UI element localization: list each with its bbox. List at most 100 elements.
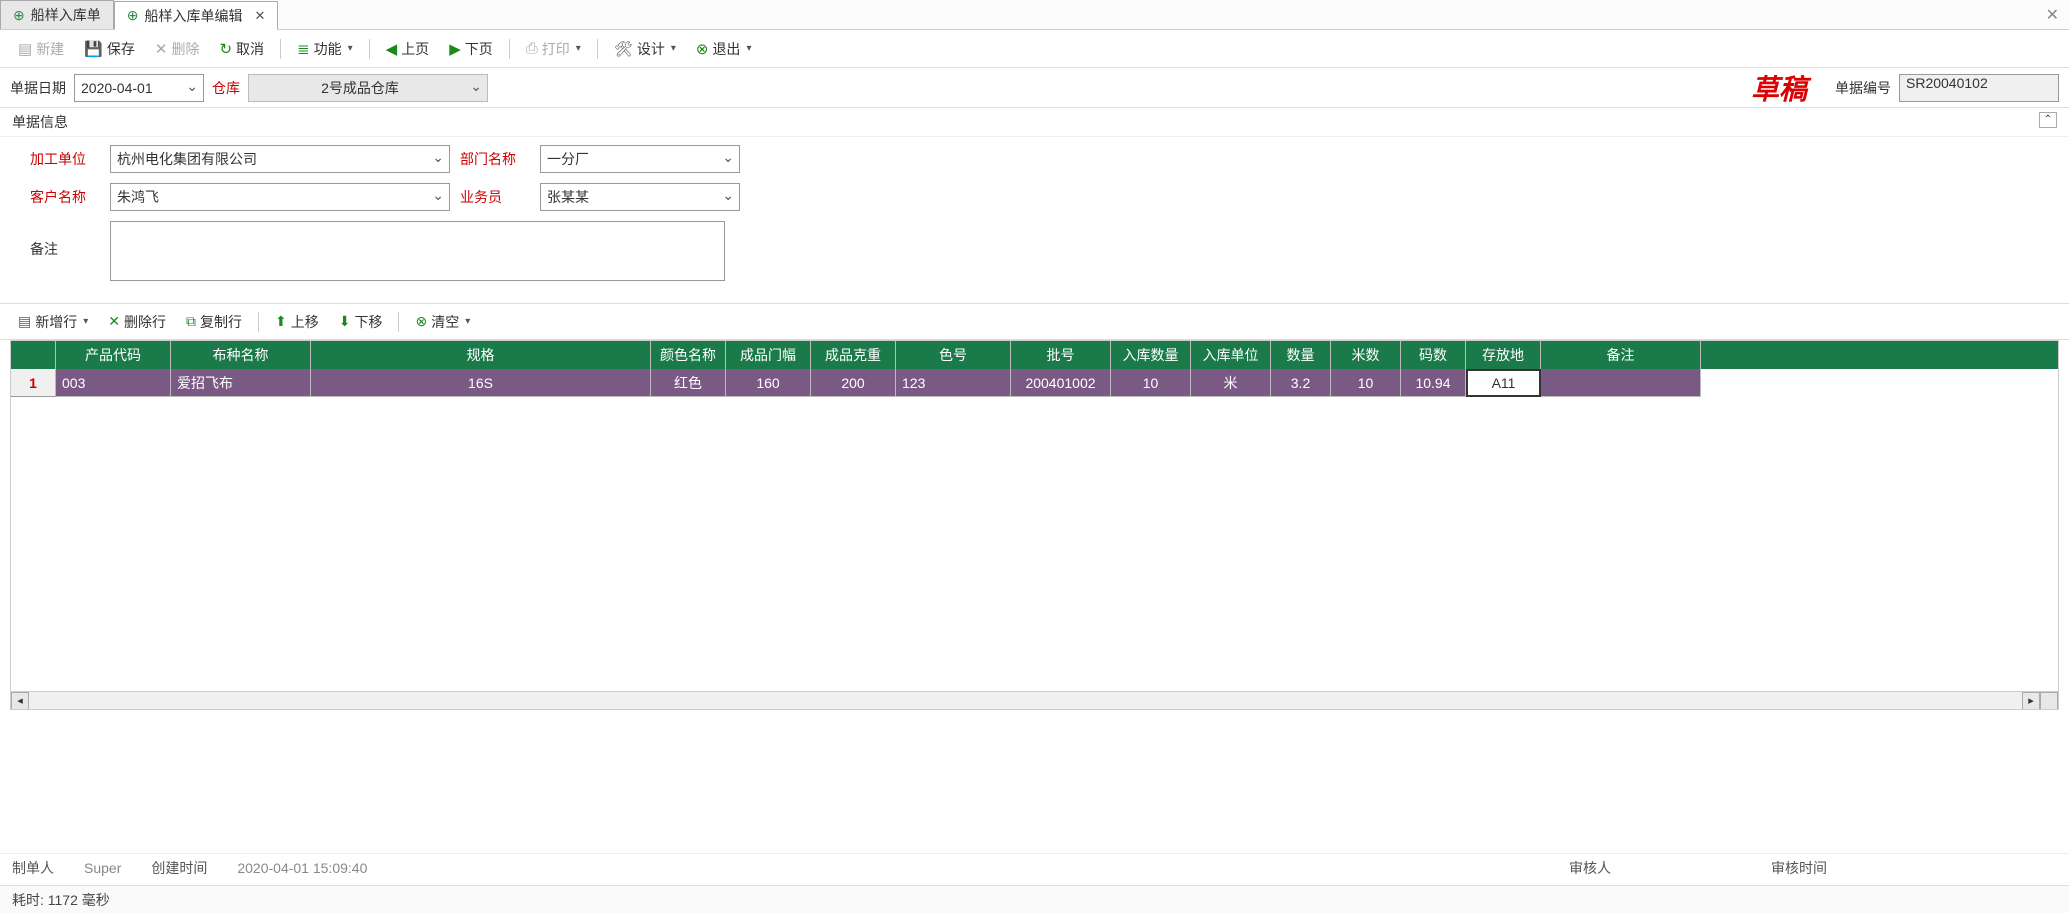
copyrow-button[interactable]: ⧉复制行: [178, 308, 250, 336]
separator: [258, 312, 259, 332]
print-icon: ⎙: [526, 40, 538, 57]
form-area: 加工单位 杭州电化集团有限公司 部门名称 一分厂 客户名称 朱鸿飞 业务员 张某…: [0, 137, 2069, 304]
table-row[interactable]: 1 003 爱招飞布 16S 红色 160 200 123 200401002 …: [11, 369, 2058, 397]
new-button[interactable]: ▤新建: [10, 35, 72, 63]
cell[interactable]: 200401002: [1011, 369, 1111, 397]
cell[interactable]: 10: [1331, 369, 1401, 397]
close-icon[interactable]: ✕: [254, 8, 265, 24]
date-combo[interactable]: 2020-04-01: [74, 74, 204, 102]
cell[interactable]: 003: [56, 369, 171, 397]
dept-combo[interactable]: 一分厂: [540, 145, 740, 173]
sales-combo[interactable]: 张某某: [540, 183, 740, 211]
exit-button[interactable]: ⊗退出▾: [688, 35, 760, 63]
warehouse-label: 仓库: [212, 78, 240, 98]
cell[interactable]: 123: [896, 369, 1011, 397]
remark-textarea[interactable]: [110, 221, 725, 281]
main-toolbar: ▤新建 💾保存 ✕删除 ↻取消 ≣功能▾ ◀上页 ▶下页 ⎙打印▾ 🛠设计▾ ⊗…: [0, 30, 2069, 68]
status-text: 耗时: 1172 毫秒: [12, 890, 110, 910]
col-header[interactable]: 入库单位: [1191, 341, 1271, 369]
col-header[interactable]: 数量: [1271, 341, 1331, 369]
status-bar: 耗时: 1172 毫秒: [0, 885, 2069, 913]
cell[interactable]: 10: [1111, 369, 1191, 397]
separator: [369, 39, 370, 59]
col-header[interactable]: 入库数量: [1111, 341, 1191, 369]
function-button[interactable]: ≣功能▾: [289, 35, 361, 63]
col-header[interactable]: 米数: [1331, 341, 1401, 369]
separator: [280, 39, 281, 59]
moveup-button[interactable]: ⬆上移: [267, 308, 327, 336]
cust-combo[interactable]: 朱鸿飞: [110, 183, 450, 211]
row-number: 1: [11, 369, 56, 397]
col-header[interactable]: 备注: [1541, 341, 1701, 369]
cell-editing[interactable]: A11: [1466, 369, 1541, 397]
col-header[interactable]: 成品门幅: [726, 341, 811, 369]
delete-icon: ✕: [155, 40, 168, 58]
cell[interactable]: 160: [726, 369, 811, 397]
scroll-right-icon[interactable]: ▸: [2022, 692, 2040, 710]
cell[interactable]: 3.2: [1271, 369, 1331, 397]
scroll-left-icon[interactable]: ◂: [11, 692, 29, 710]
auditor-label: 审核人: [1569, 858, 1611, 878]
delrow-button[interactable]: ✕删除行: [100, 308, 174, 336]
col-header[interactable]: 规格: [311, 341, 651, 369]
col-header[interactable]: 色号: [896, 341, 1011, 369]
doc-status-stamp: 草稿: [1751, 68, 1807, 108]
copy-icon: ⧉: [186, 313, 196, 330]
warehouse-combo[interactable]: 2号成品仓库: [248, 74, 488, 102]
cell[interactable]: [1541, 369, 1701, 397]
col-header[interactable]: 码数: [1401, 341, 1466, 369]
cust-label: 客户名称: [30, 187, 100, 207]
arrow-up-icon: ⬆: [275, 313, 287, 330]
tabbar-close-icon[interactable]: ✕: [2036, 5, 2069, 25]
design-button[interactable]: 🛠设计▾: [606, 35, 684, 63]
cell[interactable]: 米: [1191, 369, 1271, 397]
data-grid: 产品代码 布种名称 规格 颜色名称 成品门幅 成品克重 色号 批号 入库数量 入…: [10, 340, 2059, 710]
clear-button[interactable]: ⊗清空▾: [407, 308, 478, 336]
delete-button[interactable]: ✕删除: [147, 35, 208, 63]
cell[interactable]: 红色: [651, 369, 726, 397]
prev-button[interactable]: ◀上页: [378, 35, 438, 63]
cell[interactable]: 爱招飞布: [171, 369, 311, 397]
docno-input[interactable]: SR20040102: [1899, 74, 2059, 102]
caret-down-icon: ▾: [671, 43, 676, 54]
dept-label: 部门名称: [460, 149, 530, 169]
caret-down-icon: ▾: [746, 43, 751, 54]
cell[interactable]: 10.94: [1401, 369, 1466, 397]
cell[interactable]: 16S: [311, 369, 651, 397]
remark-label: 备注: [30, 221, 100, 259]
next-button[interactable]: ▶下页: [441, 35, 501, 63]
save-button[interactable]: 💾保存: [76, 35, 143, 63]
col-header[interactable]: 批号: [1011, 341, 1111, 369]
maker-value: Super: [84, 860, 121, 876]
col-header[interactable]: 颜色名称: [651, 341, 726, 369]
tab-edit[interactable]: ⊕ 船样入库单编辑 ✕: [114, 1, 279, 30]
audit-time-label: 审核时间: [1771, 858, 1827, 878]
print-button[interactable]: ⎙打印▾: [518, 35, 589, 63]
col-header[interactable]: 存放地: [1466, 341, 1541, 369]
footer-bar: 制单人 Super 创建时间 2020-04-01 15:09:40 审核人 审…: [0, 853, 2069, 881]
clear-icon: ⊗: [415, 313, 427, 330]
col-header[interactable]: 布种名称: [171, 341, 311, 369]
tab-list[interactable]: ⊕ 船样入库单: [0, 0, 114, 29]
grid-hscrollbar[interactable]: ◂ ▸: [11, 691, 2058, 709]
separator: [398, 312, 399, 332]
unit-combo[interactable]: 杭州电化集团有限公司: [110, 145, 450, 173]
cell[interactable]: 200: [811, 369, 896, 397]
col-header[interactable]: 成品克重: [811, 341, 896, 369]
col-header[interactable]: 产品代码: [56, 341, 171, 369]
addrow-button[interactable]: ▤新增行▾: [10, 308, 96, 336]
collapse-icon[interactable]: ⌃: [2039, 112, 2057, 128]
cancel-button[interactable]: ↻取消: [211, 35, 272, 63]
sales-label: 业务员: [460, 187, 530, 207]
scroll-track[interactable]: [29, 692, 2022, 709]
grid-toolbar: ▤新增行▾ ✕删除行 ⧉复制行 ⬆上移 ⬇下移 ⊗清空▾: [0, 304, 2069, 340]
create-time-label: 创建时间: [151, 858, 207, 878]
arrow-left-icon: ◀: [386, 40, 398, 58]
scroll-corner: [2040, 692, 2058, 710]
arrow-down-icon: ⬇: [339, 313, 351, 330]
delete-icon: ✕: [108, 313, 120, 330]
tab-bar: ⊕ 船样入库单 ⊕ 船样入库单编辑 ✕ ✕: [0, 0, 2069, 30]
tab-label: 船样入库单编辑: [144, 6, 242, 26]
movedown-button[interactable]: ⬇下移: [331, 308, 391, 336]
globe-icon: ⊕: [13, 7, 25, 24]
